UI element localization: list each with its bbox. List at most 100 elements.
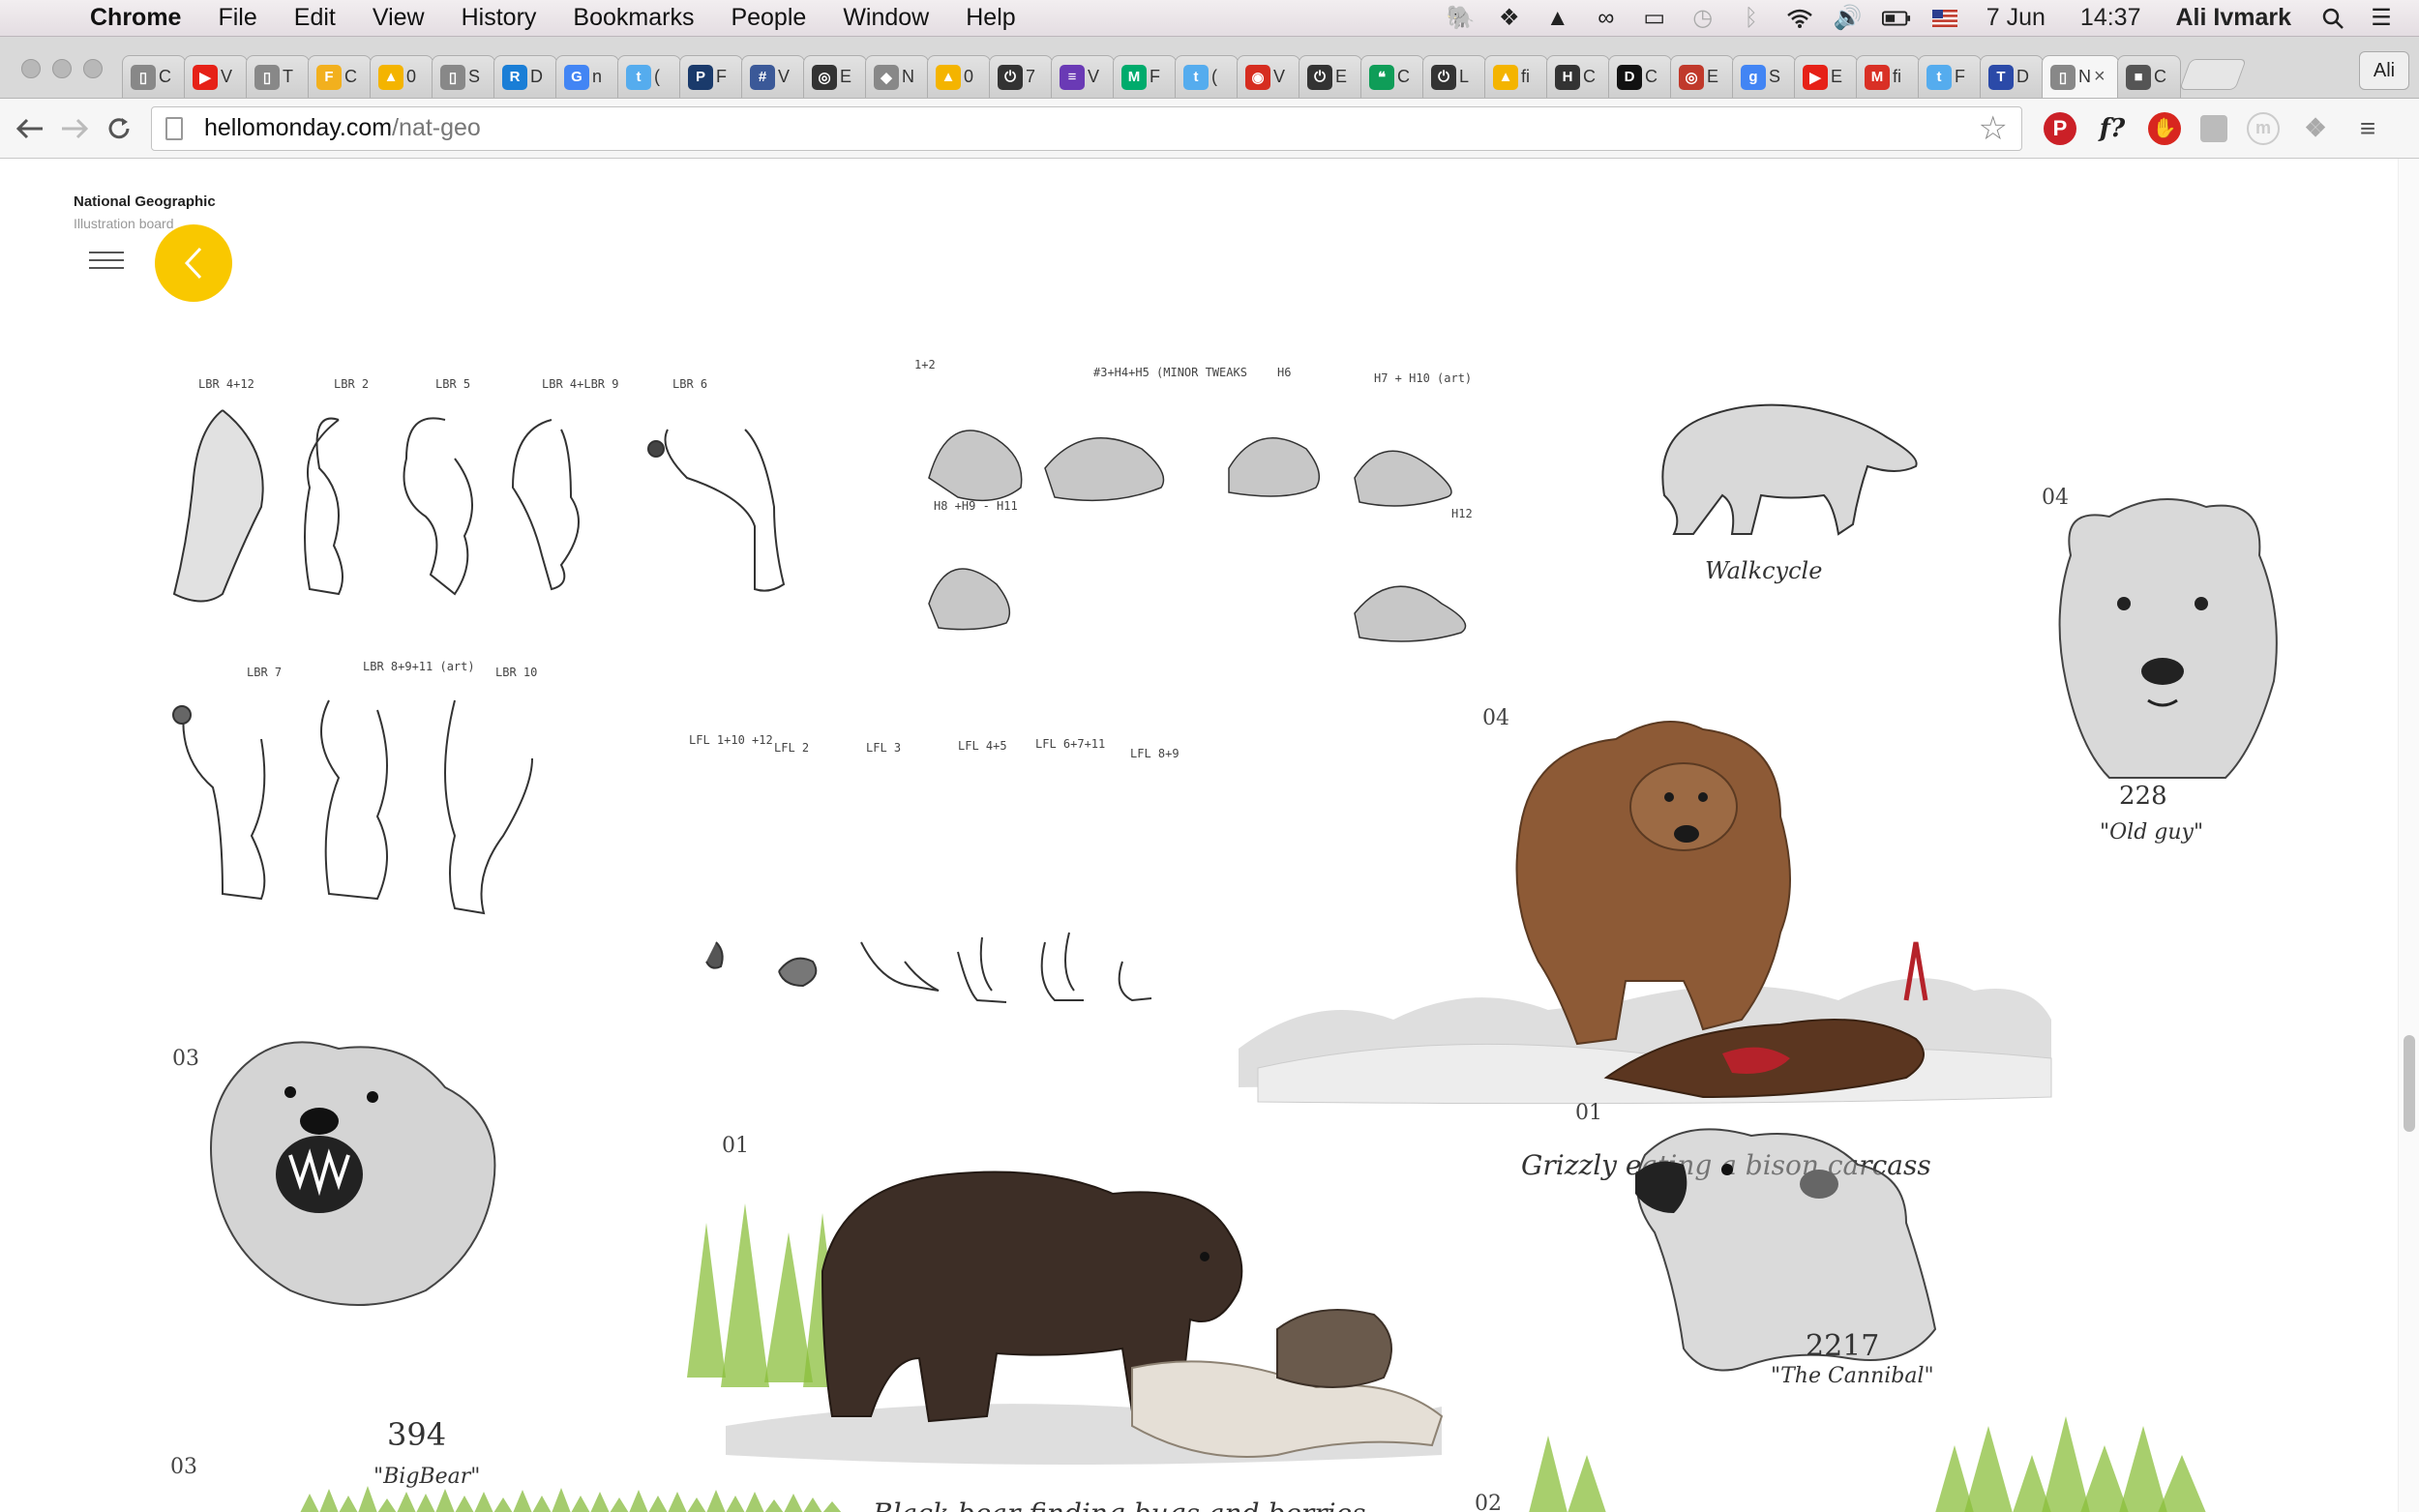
- menu-app-chrome[interactable]: Chrome: [72, 4, 199, 32]
- leg-label: LBR 5: [435, 377, 471, 391]
- minimize-window-button[interactable]: [52, 59, 72, 78]
- browser-tab[interactable]: ◉ V: [1237, 55, 1300, 98]
- power-icon: ⏻: [1431, 64, 1456, 90]
- browser-tab[interactable]: ◆ N: [865, 55, 929, 98]
- dropbox-extension-icon[interactable]: ❖: [2299, 112, 2332, 145]
- browser-tab[interactable]: ▲ 0: [370, 55, 433, 98]
- page-scrollbar[interactable]: [2398, 159, 2419, 1512]
- menu-bookmarks[interactable]: Bookmarks: [554, 4, 712, 32]
- dropbox-icon[interactable]: ❖: [1495, 5, 1524, 31]
- zoom-window-button[interactable]: [83, 59, 103, 78]
- tab-title: 0: [964, 67, 974, 86]
- us-flag-icon[interactable]: [1930, 6, 1959, 31]
- browser-tab[interactable]: ■ C: [2117, 55, 2181, 98]
- browser-tab[interactable]: ◎ E: [803, 55, 867, 98]
- browser-tab[interactable]: gS: [1732, 55, 1796, 98]
- drive-icon: ▲: [1493, 64, 1518, 90]
- new-tab-button[interactable]: [2179, 59, 2247, 90]
- menu-people[interactable]: People: [712, 4, 824, 32]
- close-window-button[interactable]: [21, 59, 41, 78]
- browser-tab[interactable]: ≡ V: [1051, 55, 1115, 98]
- tab-title: C: [344, 67, 357, 86]
- wifi-icon[interactable]: [1785, 6, 1814, 31]
- reload-icon[interactable]: [97, 106, 141, 151]
- menu-help[interactable]: Help: [947, 4, 1033, 32]
- google-drive-icon[interactable]: ▲: [1543, 5, 1572, 31]
- extension-m-icon[interactable]: m: [2247, 111, 2280, 145]
- airplay-icon[interactable]: ▭: [1640, 5, 1669, 31]
- browser-tab[interactable]: ⏻ E: [1299, 55, 1362, 98]
- clock-time[interactable]: 14:37: [2073, 4, 2149, 32]
- spotlight-search-icon[interactable]: [2318, 6, 2347, 31]
- chrome-menu-icon[interactable]: ≡: [2351, 112, 2384, 145]
- illustration-caption: "Old guy": [2100, 820, 2204, 845]
- tab-title: F: [716, 67, 727, 86]
- browser-tab[interactable]: DC: [1608, 55, 1672, 98]
- user-name[interactable]: Ali Ivmark: [2167, 4, 2299, 32]
- browser-tab[interactable]: ▲ fi: [1484, 55, 1548, 98]
- browser-tab[interactable]: RD: [493, 55, 557, 98]
- doc-icon: ▯: [2050, 64, 2076, 90]
- pinterest-icon[interactable]: P: [2044, 111, 2076, 145]
- bookmark-star-icon[interactable]: ☆: [1979, 109, 2008, 148]
- chevron-left-icon: [184, 247, 202, 280]
- back-arrow-icon[interactable]: [8, 106, 52, 151]
- scrollbar-thumb[interactable]: [2404, 1035, 2415, 1132]
- clock-date[interactable]: 7 Jun: [1979, 4, 2053, 32]
- browser-tab[interactable]: ❝ C: [1360, 55, 1424, 98]
- browser-tab[interactable]: ⏻ L: [1422, 55, 1486, 98]
- tab-active[interactable]: ▯ N ×: [2042, 55, 2119, 98]
- tab-title: 0: [406, 67, 417, 86]
- leg-label: LBR 4+12: [198, 377, 254, 391]
- browser-tab[interactable]: Mfi: [1856, 55, 1920, 98]
- adblock-icon[interactable]: ✋: [2148, 111, 2181, 145]
- browser-tab[interactable]: ▯ S: [432, 55, 495, 98]
- browser-tab[interactable]: t(: [617, 55, 681, 98]
- menu-view[interactable]: View: [354, 4, 443, 32]
- whatfont-icon[interactable]: f?: [2096, 112, 2129, 145]
- browser-tab[interactable]: ▯ T: [246, 55, 310, 98]
- browser-tab[interactable]: # V: [741, 55, 805, 98]
- browser-tab[interactable]: ▶ V: [184, 55, 248, 98]
- twitter-icon: t: [1926, 64, 1952, 90]
- browser-tab[interactable]: ◎ E: [1670, 55, 1734, 98]
- browser-tab[interactable]: PF: [679, 55, 743, 98]
- menu-edit[interactable]: Edit: [276, 4, 354, 32]
- time-machine-icon[interactable]: ◷: [1688, 5, 1717, 31]
- head-label: 1+2: [914, 358, 936, 371]
- browser-tab[interactable]: ▲ 0: [927, 55, 991, 98]
- browser-tab[interactable]: tF: [1918, 55, 1982, 98]
- battery-icon[interactable]: [1881, 6, 1911, 31]
- tab-title: C: [2154, 67, 2166, 86]
- hamburger-menu-icon[interactable]: [89, 252, 124, 273]
- profile-button[interactable]: Ali: [2359, 51, 2409, 90]
- creative-cloud-icon[interactable]: ∞: [1592, 5, 1621, 31]
- browser-tab[interactable]: t(: [1175, 55, 1239, 98]
- extension-gray-icon[interactable]: [2200, 114, 2227, 142]
- power-icon: ⏻: [998, 64, 1023, 90]
- browser-tab[interactable]: ⏻ 7: [989, 55, 1053, 98]
- back-chevron-button[interactable]: [155, 224, 232, 302]
- volume-icon[interactable]: 🔊: [1834, 5, 1863, 31]
- menu-file[interactable]: File: [199, 4, 275, 32]
- bluetooth-icon[interactable]: ᛒ: [1737, 5, 1766, 31]
- menu-history[interactable]: History: [443, 4, 555, 32]
- browser-tab[interactable]: TD: [1980, 55, 2044, 98]
- evernote-icon[interactable]: 🐘: [1447, 5, 1476, 31]
- grid-icon: #: [750, 64, 775, 90]
- tab-title: E: [1707, 67, 1719, 86]
- menu-window[interactable]: Window: [824, 4, 947, 32]
- tab-title: C: [1645, 67, 1657, 86]
- browser-tab[interactable]: MF: [1113, 55, 1177, 98]
- close-tab-icon[interactable]: ×: [2094, 66, 2105, 88]
- doc-icon: ▯: [131, 64, 156, 90]
- address-bar[interactable]: hellomonday.com/nat-geo ☆: [151, 105, 2022, 151]
- tab-title: V: [1273, 67, 1286, 86]
- browser-tab[interactable]: Gn: [555, 55, 619, 98]
- browser-tab[interactable]: ▯ C: [122, 55, 186, 98]
- browser-tab[interactable]: FC: [308, 55, 372, 98]
- forward-arrow-icon[interactable]: [52, 106, 97, 151]
- browser-tab[interactable]: HC: [1546, 55, 1610, 98]
- notification-center-icon[interactable]: ☰: [2367, 5, 2396, 31]
- browser-tab[interactable]: ▶ E: [1794, 55, 1858, 98]
